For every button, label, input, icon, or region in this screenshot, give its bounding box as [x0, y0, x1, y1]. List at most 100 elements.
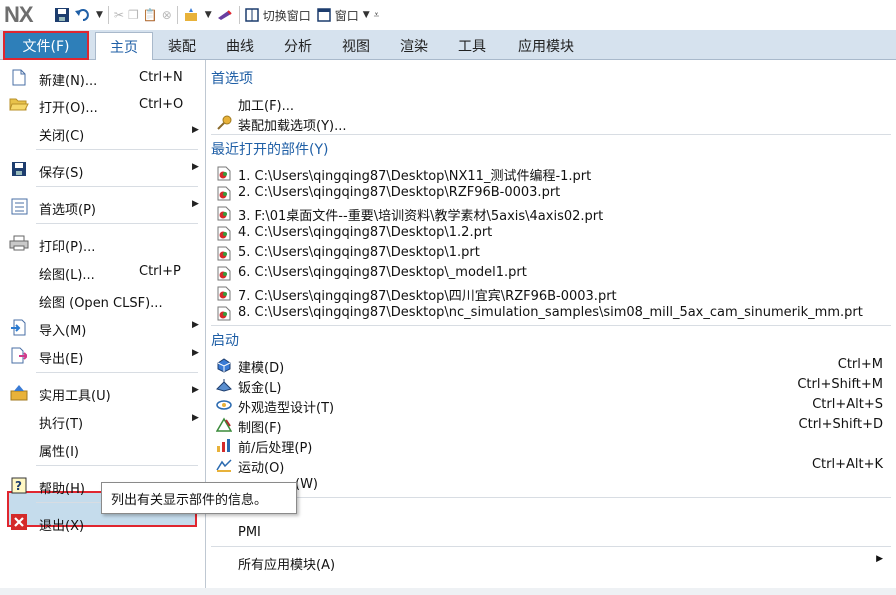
- pref-item-label: 加工(F)...: [238, 99, 295, 114]
- menu-item-plot-clsf[interactable]: 绘图 (Open CLSF)...: [0, 286, 204, 312]
- quick-access-toolbar: NX ▼ ✂ ❐ 📋 ⊗ ▼ 切换窗口 窗口 ▼ ⩡: [0, 0, 896, 30]
- launch-motion[interactable]: 运动(O) Ctrl+Alt+K: [215, 455, 887, 476]
- part-file-icon: [215, 285, 233, 301]
- submenu-arrow-icon: ▶: [192, 320, 199, 330]
- window-dropdown-icon[interactable]: ▼: [363, 5, 370, 25]
- sheet-metal-icon: [215, 377, 233, 393]
- ribbon-tab-bar: 文件(F) 主页 装配 曲线 分析 视图 渲染 工具 应用模块: [0, 30, 896, 60]
- pref-item-machining[interactable]: 加工(F)...: [215, 93, 887, 114]
- menu-item-import[interactable]: 导入(M) ▶: [0, 314, 204, 340]
- launch-sheet-metal[interactable]: 钣金(L) Ctrl+Shift+M: [215, 375, 887, 396]
- undo-icon[interactable]: [74, 5, 92, 25]
- menu-item-close[interactable]: 关闭(C) ▶: [0, 119, 204, 145]
- window-button[interactable]: 窗口: [335, 5, 359, 25]
- menu-item-open[interactable]: 打开(O)... Ctrl+O: [0, 91, 204, 117]
- pref-item-label: 装配加载选项(Y)...: [238, 119, 347, 134]
- submenu-arrow-icon: ▶: [876, 554, 883, 564]
- exit-icon: [9, 513, 29, 531]
- menu-item-export[interactable]: 导出(E) ▶: [0, 342, 204, 368]
- part-file-icon: [215, 165, 233, 181]
- all-applications-label: 所有应用模块(A): [238, 558, 336, 573]
- tab-render[interactable]: 渲染: [392, 32, 436, 60]
- horizontal-scrollbar[interactable]: [0, 588, 896, 595]
- menu-item-label: 帮助(H): [39, 482, 85, 497]
- printer-icon: [9, 234, 29, 252]
- menu-item-preferences[interactable]: 首选项(P) ▶: [0, 193, 204, 219]
- submenu-arrow-icon: ▶: [192, 413, 199, 423]
- repeat-command-icon[interactable]: [216, 5, 234, 25]
- window-icon[interactable]: [316, 5, 331, 25]
- tab-curve[interactable]: 曲线: [218, 32, 262, 60]
- menu-item-label: 新建(N)...: [39, 74, 98, 89]
- launch-header: 启动: [211, 333, 239, 349]
- menu-item-new[interactable]: 新建(N)... Ctrl+N: [0, 64, 204, 90]
- command-dropdown-icon[interactable]: ▼: [205, 5, 212, 25]
- part-file-icon: [215, 245, 233, 261]
- pref-item-assembly-load-options[interactable]: 装配加载选项(Y)...: [215, 113, 887, 134]
- preferences-header: 首选项: [211, 71, 253, 87]
- help-icon: ?: [9, 476, 29, 494]
- menu-item-label: 首选项(P): [39, 203, 96, 218]
- recent-part-4[interactable]: 4. C:\Users\qingqing87\Desktop\1.2.prt: [215, 223, 887, 243]
- menu-item-label: 实用工具(U): [39, 389, 111, 404]
- launch-label: 外观造型设计(T): [238, 401, 335, 416]
- recent-part-label: 2. C:\Users\qingqing87\Desktop\RZF96B-00…: [238, 185, 561, 200]
- toolbar-options-icon[interactable]: ⩡: [374, 5, 380, 25]
- motion-icon: [215, 457, 233, 473]
- recent-part-label: 6. C:\Users\qingqing87\Desktop\_model1.p…: [238, 265, 527, 280]
- switch-window-icon[interactable]: [244, 5, 259, 25]
- launch-hidden-item[interactable]: (W): [215, 475, 887, 495]
- launch-label: 建模(D): [238, 361, 285, 376]
- launch-shortcut: Ctrl+Shift+D: [798, 417, 883, 432]
- submenu-arrow-icon: ▶: [192, 348, 199, 358]
- pre-post-icon: [215, 437, 233, 453]
- recent-part-6[interactable]: 6. C:\Users\qingqing87\Desktop\_model1.p…: [215, 263, 887, 283]
- tooltip: 列出有关显示部件的信息。: [101, 482, 297, 514]
- utilities-icon: [9, 383, 29, 401]
- tab-home[interactable]: 主页: [95, 32, 153, 60]
- menu-item-properties[interactable]: 属性(I): [0, 435, 204, 461]
- save-icon: [9, 160, 29, 178]
- tab-tools[interactable]: 工具: [450, 32, 494, 60]
- menu-item-label: 保存(S): [39, 166, 84, 181]
- launch-label: PMI: [238, 525, 261, 540]
- launch-shape-studio[interactable]: 外观造型设计(T) Ctrl+Alt+S: [215, 395, 887, 416]
- launch-shortcut: Ctrl+Shift+M: [797, 377, 883, 392]
- recent-part-label: 8. C:\Users\qingqing87\Desktop\nc_simula…: [238, 305, 863, 320]
- recent-parts-header: 最近打开的部件(Y): [211, 142, 329, 158]
- launch-modeling[interactable]: 建模(D) Ctrl+M: [215, 355, 887, 376]
- tab-assembly[interactable]: 装配: [160, 32, 204, 60]
- launch-drafting[interactable]: 制图(F) Ctrl+Shift+D: [215, 415, 887, 436]
- recent-part-8[interactable]: 8. C:\Users\qingqing87\Desktop\nc_simula…: [215, 303, 887, 323]
- all-applications[interactable]: 所有应用模块(A) ▶: [215, 552, 887, 573]
- tab-analysis[interactable]: 分析: [276, 32, 320, 60]
- menu-item-save[interactable]: 保存(S) ▶: [0, 156, 204, 182]
- tab-file[interactable]: 文件(F): [3, 31, 89, 60]
- tab-view[interactable]: 视图: [334, 32, 378, 60]
- assembly-load-icon: [215, 115, 233, 131]
- submenu-arrow-icon: ▶: [192, 162, 199, 172]
- menu-item-plot[interactable]: 绘图(L)... Ctrl+P: [0, 258, 204, 284]
- command-finder-icon[interactable]: [183, 5, 201, 25]
- recent-part-5[interactable]: 5. C:\Users\qingqing87\Desktop\1.prt: [215, 243, 887, 263]
- recent-part-2[interactable]: 2. C:\Users\qingqing87\Desktop\RZF96B-00…: [215, 183, 887, 203]
- switch-window-button[interactable]: 切换窗口: [263, 5, 311, 25]
- save-icon[interactable]: [54, 5, 70, 25]
- menu-item-shortcut: Ctrl+P: [139, 264, 181, 279]
- launch-pre-post[interactable]: 前/后处理(P): [215, 435, 887, 456]
- menu-item-print[interactable]: 打印(P)...: [0, 230, 204, 256]
- menu-item-label: 关闭(C): [39, 129, 85, 144]
- menu-item-execute[interactable]: 执行(T) ▶: [0, 407, 204, 433]
- recent-part-7[interactable]: 7. C:\Users\qingqing87\Desktop\四川宜宾\RZF9…: [215, 283, 887, 304]
- recent-part-1[interactable]: 1. C:\Users\qingqing87\Desktop\NX11_测试件编…: [215, 163, 887, 184]
- launch-label: 钣金(L): [238, 381, 282, 396]
- menu-item-utilities[interactable]: 实用工具(U) ▶: [0, 379, 204, 405]
- menu-item-label: 绘图 (Open CLSF)...: [39, 296, 163, 311]
- recent-part-3[interactable]: 3. F:\01桌面文件--重要\培训资料\教学素材\5axis\4axis02…: [215, 203, 887, 224]
- launch-pmi[interactable]: PMI: [215, 523, 887, 543]
- modeling-icon: [215, 357, 233, 373]
- paste-icon: 📋: [142, 8, 158, 22]
- tab-applications[interactable]: 应用模块: [508, 32, 584, 60]
- part-file-icon: [215, 205, 233, 221]
- undo-dropdown-icon[interactable]: ▼: [96, 5, 103, 25]
